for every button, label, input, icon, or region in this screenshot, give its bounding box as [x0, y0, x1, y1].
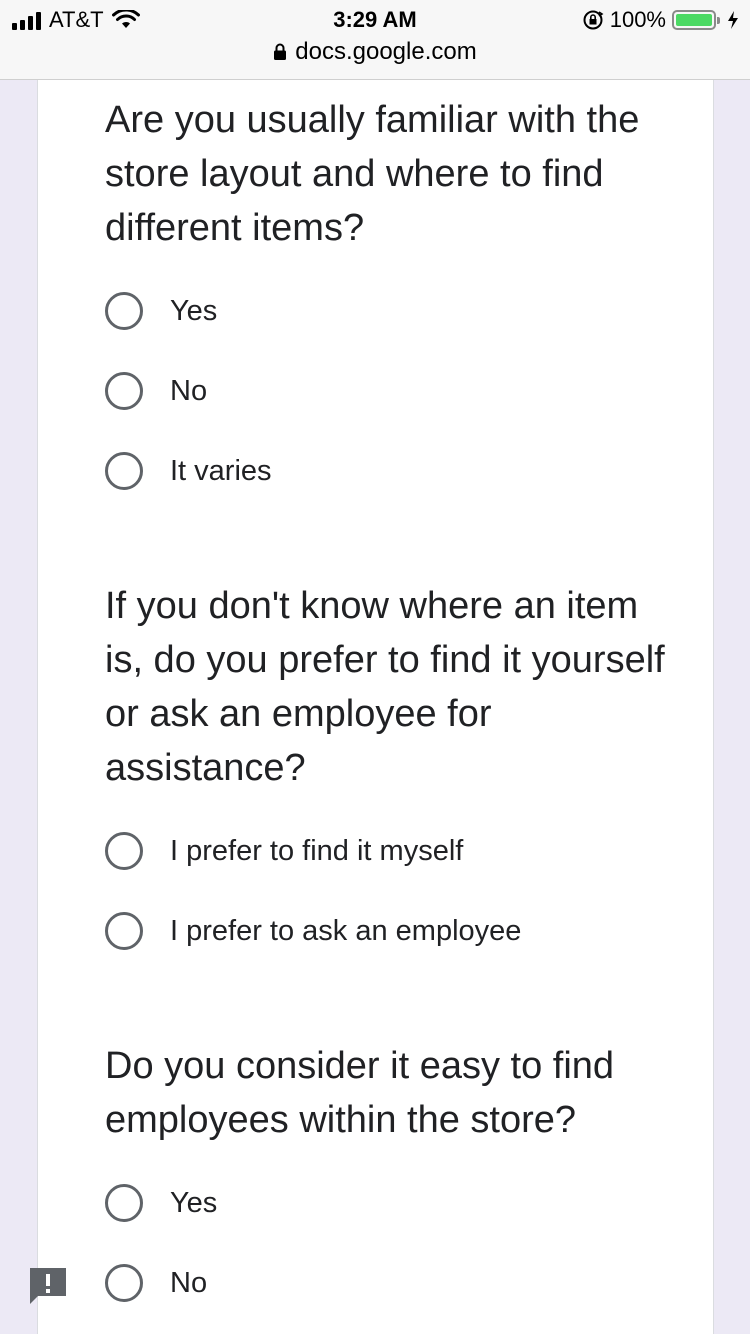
- question-title: Are you usually familiar with the store …: [105, 99, 640, 249]
- radio-option[interactable]: I prefer to find it myself: [105, 829, 463, 873]
- url-text: docs.google.com: [295, 38, 477, 65]
- radio-option-label: I prefer to find it myself: [170, 834, 464, 867]
- battery-icon: [672, 10, 720, 30]
- url-bar[interactable]: docs.google.com: [0, 38, 750, 66]
- orientation-lock-icon: [583, 10, 604, 30]
- radio-button[interactable]: [105, 372, 143, 410]
- radio-option-label: Yes: [170, 294, 218, 327]
- charging-icon: [728, 11, 738, 29]
- battery-percent: 100%: [609, 7, 666, 32]
- status-right: 100%: [582, 7, 740, 33]
- lock-icon: [274, 43, 287, 60]
- status-and-url-bar: AT&T 3:29 AM 100% docs.google.com: [0, 0, 750, 80]
- radio-option[interactable]: I prefer to ask an employee: [105, 909, 521, 953]
- radio-button[interactable]: [105, 912, 143, 950]
- radio-button[interactable]: [105, 292, 143, 330]
- radio-option[interactable]: It varies: [105, 449, 272, 493]
- radio-option-label: No: [170, 1266, 208, 1299]
- radio-option[interactable]: No: [105, 1261, 207, 1305]
- radio-option-label: No: [170, 374, 208, 407]
- radio-button[interactable]: [105, 832, 143, 870]
- radio-option-label: I prefer to ask an employee: [170, 914, 522, 947]
- radio-button[interactable]: [105, 1264, 143, 1302]
- radio-option-label: Yes: [170, 1186, 218, 1219]
- radio-option[interactable]: Yes: [105, 1181, 217, 1225]
- question-title: If you don't know where an item is, do y…: [105, 585, 665, 789]
- question-title: Do you consider it easy to find employee…: [105, 1045, 615, 1141]
- radio-option[interactable]: Yes: [105, 289, 217, 333]
- radio-button[interactable]: [105, 1184, 143, 1222]
- feedback-icon[interactable]: [28, 1266, 68, 1306]
- radio-button[interactable]: [105, 452, 143, 490]
- radio-option[interactable]: No: [105, 369, 207, 413]
- radio-option-label: It varies: [170, 454, 272, 487]
